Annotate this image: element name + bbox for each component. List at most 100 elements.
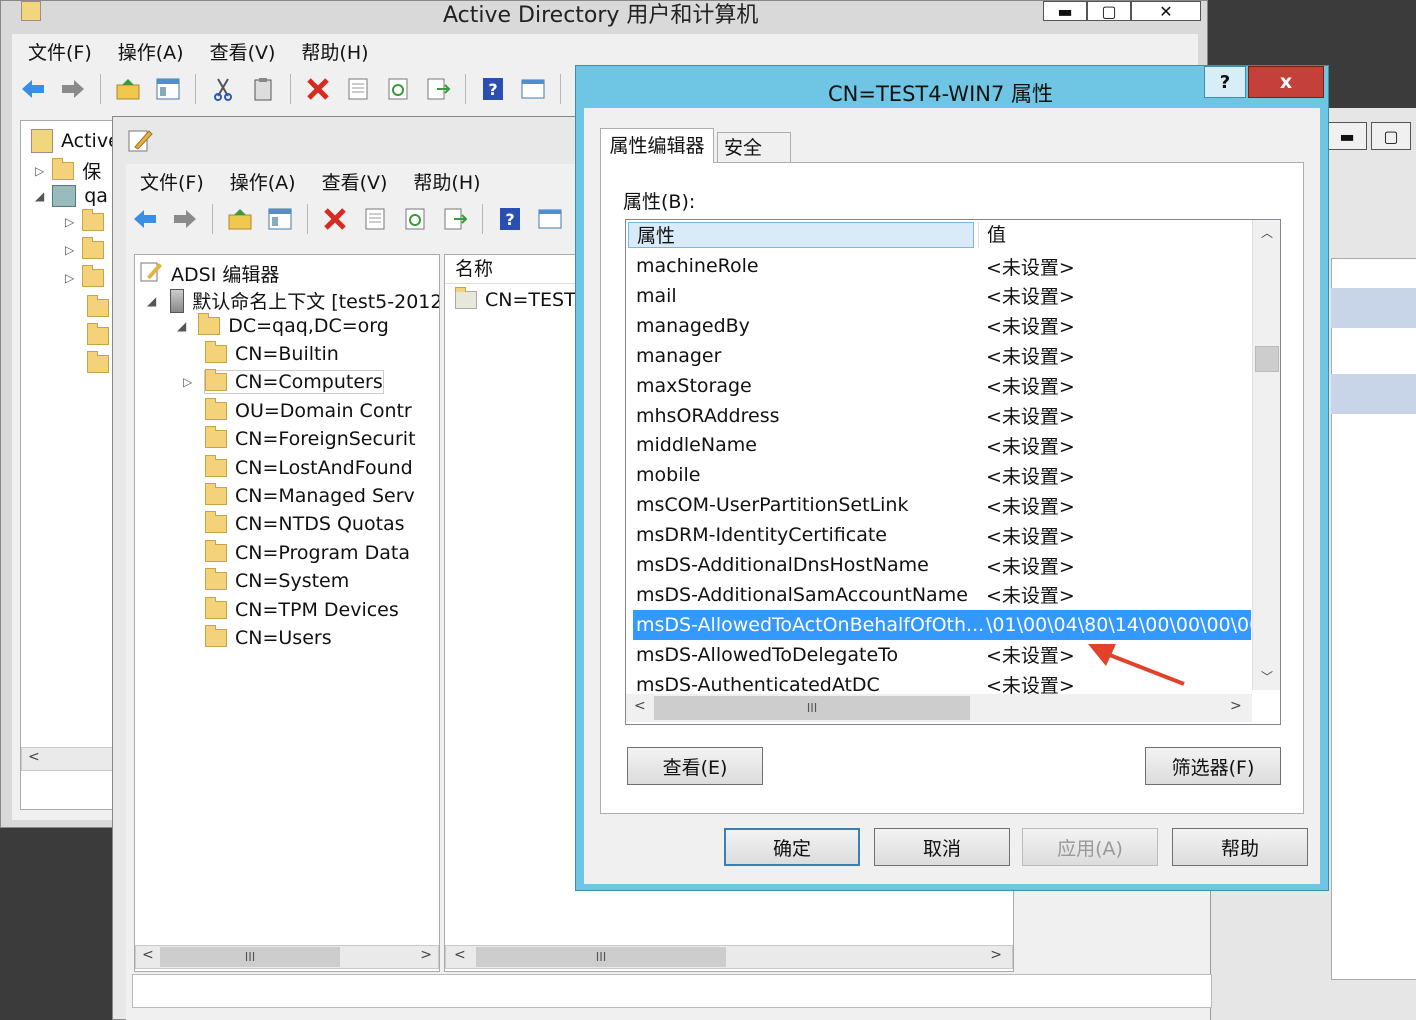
tree-child[interactable] xyxy=(87,295,109,317)
menu-view[interactable]: 查看(V) xyxy=(322,168,388,195)
help-icon[interactable]: ? xyxy=(480,76,506,102)
close-button[interactable]: ✕ xyxy=(1131,1,1201,21)
help-button[interactable]: 帮助 xyxy=(1172,828,1308,866)
expand-icon[interactable]: ▷ xyxy=(65,243,74,257)
tree-container-item[interactable]: ▷ CN=Computers xyxy=(183,369,384,395)
cancel-button[interactable]: 取消 xyxy=(874,828,1010,866)
list-horizontal-scrollbar[interactable]: < III > xyxy=(445,945,1013,969)
scroll-down-icon[interactable]: ﹀ xyxy=(1261,668,1273,685)
attribute-row[interactable]: mhsORAddress <未设置> xyxy=(636,401,1251,431)
attribute-row[interactable]: manager <未设置> xyxy=(636,341,1251,371)
delete-icon[interactable] xyxy=(322,206,348,232)
scroll-thumb[interactable]: III xyxy=(160,947,340,967)
filter-button[interactable]: 筛选器(F) xyxy=(1145,747,1281,785)
menu-action[interactable]: 操作(A) xyxy=(118,38,184,65)
tree-item-saved-queries[interactable]: ▷ 保 xyxy=(35,157,101,184)
attribute-row[interactable]: managedBy <未设置> xyxy=(636,311,1251,341)
tree-child[interactable]: ▷ xyxy=(65,237,105,259)
tree-container-item[interactable]: CN=Managed Serv xyxy=(205,483,415,507)
attribute-row[interactable]: msDS-AdditionalDnsHostName <未设置> xyxy=(636,550,1251,580)
tree-container-item[interactable]: CN=System xyxy=(205,568,349,592)
tab-attribute-editor[interactable]: 属性编辑器 xyxy=(600,128,714,163)
scroll-thumb[interactable]: III xyxy=(476,947,726,967)
scroll-left-icon[interactable]: < xyxy=(142,947,154,963)
collapse-icon[interactable]: ◢ xyxy=(147,294,156,308)
expand-icon[interactable]: ▷ xyxy=(35,164,44,178)
attribute-row[interactable]: machineRole <未设置> xyxy=(636,251,1251,281)
expand-icon[interactable]: ▷ xyxy=(65,271,74,285)
tree-child[interactable] xyxy=(87,351,109,373)
scroll-up-icon[interactable]: ︿ xyxy=(1261,224,1273,241)
tree-container-item[interactable]: CN=LostAndFound xyxy=(205,454,413,479)
scroll-left-icon[interactable]: < xyxy=(454,947,466,963)
tree-container-item[interactable]: OU=Domain Contr xyxy=(205,397,412,422)
tree-child[interactable] xyxy=(87,323,109,345)
ok-button[interactable]: 确定 xyxy=(724,828,860,866)
properties-icon[interactable] xyxy=(345,76,371,102)
column-header-attribute[interactable]: 属性 xyxy=(628,222,974,248)
tree-root-adsi[interactable]: ADSI 编辑器 xyxy=(139,259,279,288)
menu-help[interactable]: 帮助(H) xyxy=(301,38,368,65)
tab-security[interactable]: 安全 xyxy=(717,132,791,162)
tree-container-item[interactable]: CN=NTDS Quotas xyxy=(205,511,405,535)
menu-help[interactable]: 帮助(H) xyxy=(413,168,480,195)
paste-icon[interactable] xyxy=(250,76,276,102)
tree-root[interactable]: Active xyxy=(31,129,120,153)
attribute-row[interactable]: msDS-AdditionalSamAccountName <未设置> xyxy=(636,580,1251,610)
menu-view[interactable]: 查看(V) xyxy=(210,38,276,65)
tree-container-item[interactable]: CN=TPM Devices xyxy=(205,596,399,621)
maximize-button[interactable]: ▢ xyxy=(1087,1,1131,21)
export-icon[interactable] xyxy=(425,76,451,102)
tree-child[interactable]: ▷ xyxy=(65,209,105,231)
help-icon[interactable]: ? xyxy=(497,206,523,232)
maximize-button[interactable]: ▢ xyxy=(1371,122,1411,150)
tree-container-item[interactable]: CN=Program Data xyxy=(205,539,410,564)
minimize-button[interactable]: ▬ xyxy=(1043,1,1087,21)
forward-icon[interactable] xyxy=(60,76,86,102)
tree-container-item[interactable]: CN=Users xyxy=(205,625,332,649)
expand-icon[interactable]: ▷ xyxy=(183,375,192,389)
tree-horizontal-scrollbar[interactable]: < III > xyxy=(135,945,439,969)
scroll-right-icon[interactable]: > xyxy=(420,947,432,963)
properties-icon[interactable] xyxy=(362,206,388,232)
menu-file[interactable]: 文件(F) xyxy=(28,38,92,65)
refresh-icon[interactable] xyxy=(385,76,411,102)
back-icon[interactable] xyxy=(132,206,158,232)
up-folder-icon[interactable] xyxy=(115,76,141,102)
collapse-icon[interactable]: ◢ xyxy=(35,189,44,203)
refresh-icon[interactable] xyxy=(402,206,428,232)
vertical-scrollbar[interactable]: ︿ ﹀ xyxy=(1252,220,1280,690)
collapse-icon[interactable]: ◢ xyxy=(177,319,186,333)
dialog-help-button[interactable]: ? xyxy=(1204,66,1246,98)
tree-item-domain[interactable]: ◢ qa xyxy=(35,185,108,207)
back-icon[interactable] xyxy=(20,76,46,102)
scroll-left-icon[interactable]: < xyxy=(634,698,646,714)
delete-icon[interactable] xyxy=(305,76,331,102)
console-icon[interactable] xyxy=(537,206,563,232)
console-icon[interactable] xyxy=(520,76,546,102)
expand-icon[interactable]: ▷ xyxy=(65,215,74,229)
scroll-right-icon[interactable]: > xyxy=(990,947,1002,963)
tree-container-item[interactable]: CN=ForeignSecurit xyxy=(205,426,416,450)
minimize-button[interactable]: ▬ xyxy=(1327,122,1367,150)
list-item[interactable]: CN=TEST4 xyxy=(455,287,588,311)
tree-naming-context[interactable]: ◢ 默认命名上下文 [test5-2012 xyxy=(147,287,439,314)
show-hide-tree-icon[interactable] xyxy=(267,206,293,232)
show-hide-tree-icon[interactable] xyxy=(155,76,181,102)
scroll-right-icon[interactable]: > xyxy=(1230,698,1242,714)
dialog-close-button[interactable]: x xyxy=(1248,66,1324,98)
attribute-row[interactable]: mail <未设置> xyxy=(636,281,1251,311)
forward-icon[interactable] xyxy=(172,206,198,232)
scroll-thumb[interactable]: III xyxy=(654,696,970,720)
attribute-row[interactable]: msCOM-UserPartitionSetLink <未设置> xyxy=(636,490,1251,520)
scroll-thumb[interactable] xyxy=(1255,346,1279,372)
attribute-row[interactable]: mobile <未设置> xyxy=(636,460,1251,490)
menu-file[interactable]: 文件(F) xyxy=(140,168,204,195)
tree-container-item[interactable]: CN=Builtin xyxy=(205,341,339,365)
scroll-left-icon[interactable]: < xyxy=(28,749,40,765)
attribute-row[interactable]: middleName <未设置> xyxy=(636,430,1251,460)
view-button[interactable]: 查看(E) xyxy=(627,747,763,785)
attribute-row[interactable]: msDRM-IdentityCertificate <未设置> xyxy=(636,520,1251,550)
tree-horizontal-scrollbar[interactable]: < xyxy=(21,747,119,771)
attribute-row[interactable]: maxStorage <未设置> xyxy=(636,371,1251,401)
